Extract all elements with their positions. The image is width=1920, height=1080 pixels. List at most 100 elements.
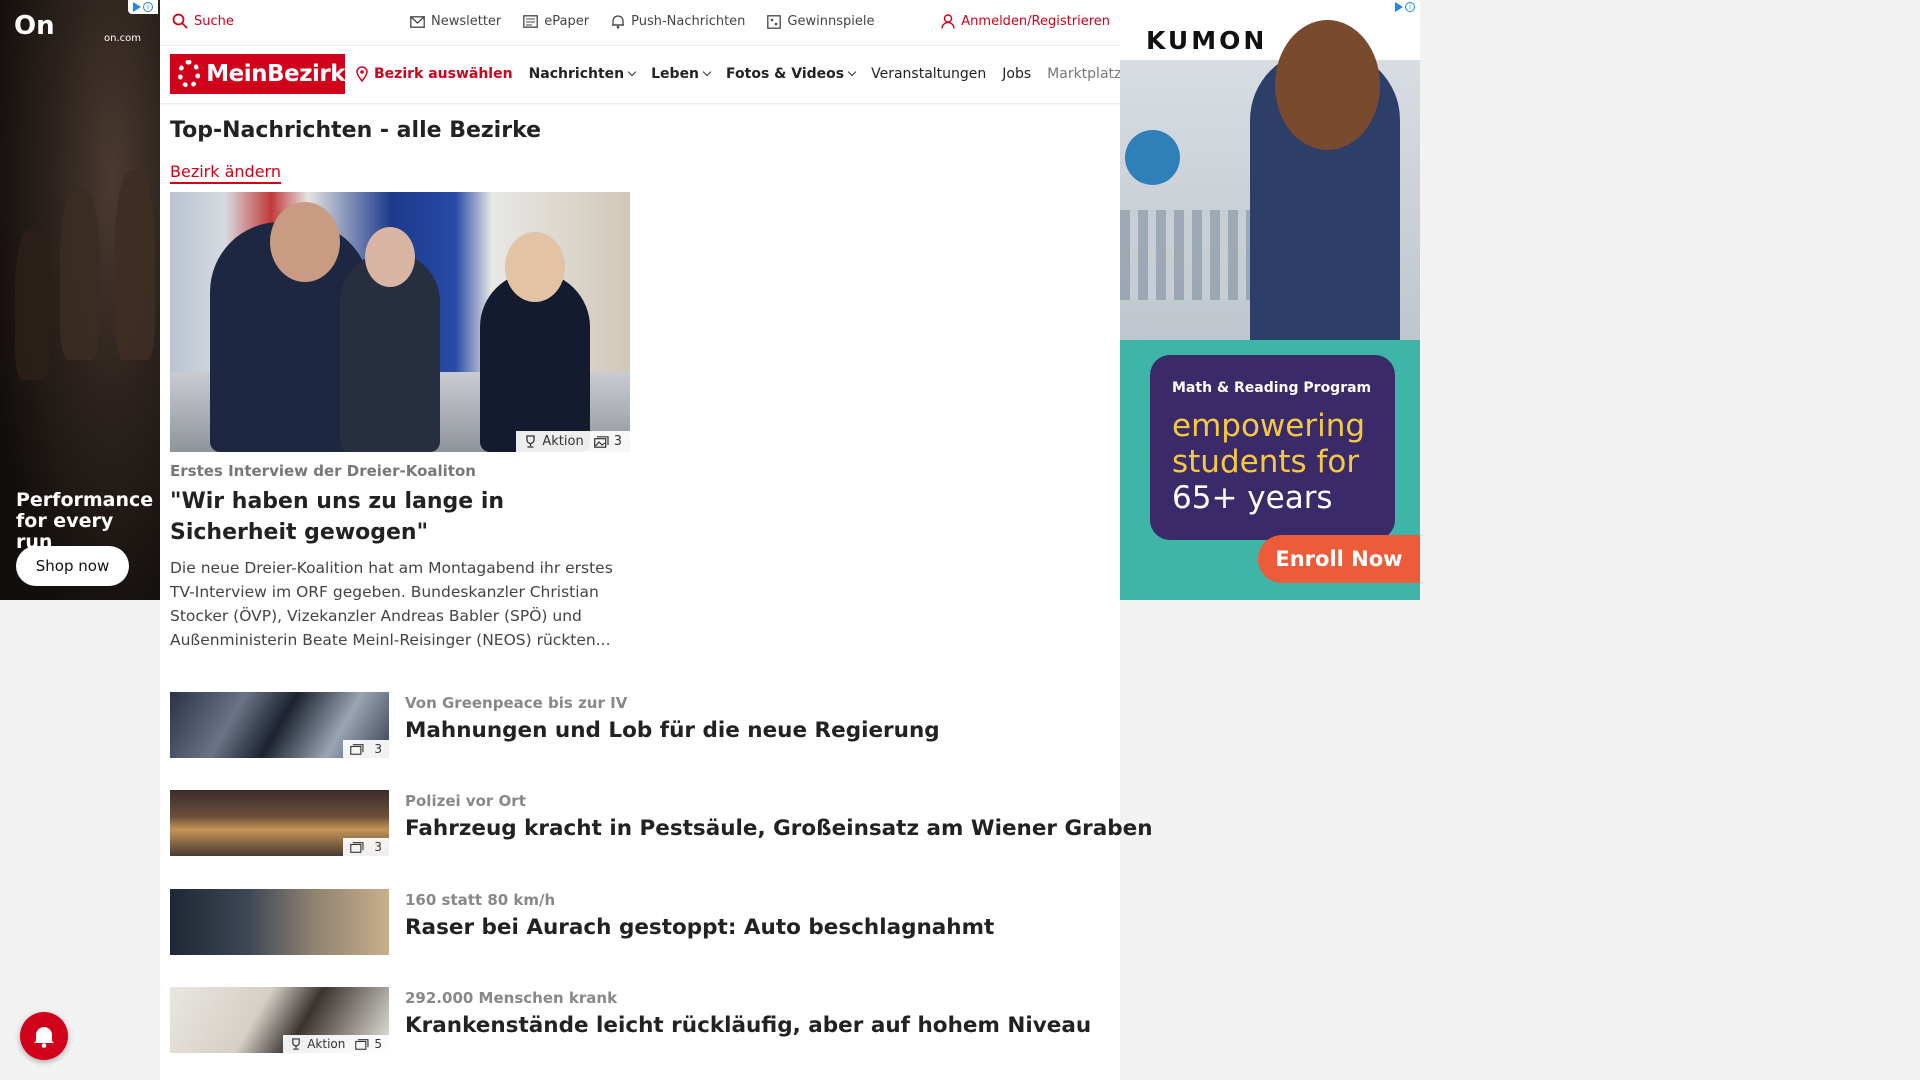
newsletter-link[interactable]: Newsletter: [410, 14, 501, 29]
image-person-head: [365, 227, 415, 287]
brand-flower-icon: [178, 60, 201, 88]
nav-label: Fotos & Videos: [726, 66, 845, 82]
ad-tagline: Performance for every run: [16, 489, 154, 553]
nav-item-jobs[interactable]: Jobs: [1002, 66, 1031, 82]
adchoices-icon[interactable]: i: [1390, 0, 1420, 14]
ad-runner-figure: [115, 170, 155, 360]
newspaper-icon: [523, 15, 539, 28]
enroll-now-button[interactable]: Enroll Now: [1258, 535, 1420, 583]
mail-icon: [410, 15, 425, 28]
trophy-icon: [292, 1038, 301, 1050]
main-column: Suche Newsletter ePaper Push-Nachrichten…: [160, 0, 1153, 1080]
image-person-head: [505, 232, 565, 302]
lead-article-image[interactable]: Aktion 3: [170, 192, 630, 452]
ad-bookshelf: [1120, 210, 1270, 300]
newsletter-label: Newsletter: [431, 14, 502, 29]
article-thumbnail[interactable]: Aktion 5: [170, 987, 389, 1053]
bell-icon: [612, 15, 625, 29]
search-icon: [172, 13, 188, 29]
lead-kicker: Erstes Interview der Dreier-Koaliton: [170, 462, 476, 480]
article-kicker: 160 statt 80 km/h: [405, 891, 556, 909]
push-notification-button[interactable]: [20, 1012, 68, 1060]
ad-runner-figure: [60, 190, 100, 360]
search-link[interactable]: Suche: [172, 13, 234, 29]
search-label: Suche: [194, 13, 234, 29]
article-row[interactable]: 3 Von Greenpeace bis zur IV Mahnungen un…: [170, 692, 1100, 762]
change-district-link[interactable]: Bezirk ändern: [170, 162, 281, 184]
nav-item-veranstaltungen[interactable]: Veranstaltungen: [871, 66, 986, 82]
article-headline[interactable]: Krankenstände leicht rückläufig, aber au…: [405, 1013, 1091, 1038]
nav-item-fotos-videos[interactable]: Fotos & Videos: [726, 66, 857, 82]
ad-globe: [1125, 130, 1180, 185]
chevron-down-icon: [627, 67, 637, 77]
user-icon: [941, 14, 955, 29]
kumon-logo: KUMON: [1146, 26, 1268, 55]
select-district-label: Bezirk auswählen: [374, 66, 513, 82]
article-headline[interactable]: Raser bei Aurach gestoppt: Auto beschlag…: [405, 915, 994, 940]
raffle-icon: [767, 14, 782, 29]
login-label: Anmelden/Registrieren: [961, 14, 1110, 29]
select-district-button[interactable]: Bezirk auswählen: [356, 66, 513, 82]
push-notifications-link[interactable]: Push-Nachrichten: [611, 14, 745, 29]
ad-program: Math & Reading Program: [1172, 380, 1372, 396]
article-kicker: Von Greenpeace bis zur IV: [405, 694, 628, 712]
epaper-link[interactable]: ePaper: [523, 14, 589, 29]
ad-runner-figure: [15, 230, 50, 380]
top-utility-bar: Suche Newsletter ePaper Push-Nachrichten…: [160, 0, 1120, 46]
article-row[interactable]: Aktion 5 292.000 Menschen krank Krankens…: [170, 987, 1100, 1057]
gewinnspiele-link[interactable]: Gewinnspiele: [767, 14, 874, 29]
image-person-head: [270, 202, 340, 282]
nav-item-leben[interactable]: Leben: [651, 66, 712, 82]
lead-article[interactable]: Aktion 3 Erstes Interview der Dreier-Koa…: [170, 192, 630, 652]
push-label: Push-Nachrichten: [631, 14, 746, 29]
article-thumbnail[interactable]: 3: [170, 692, 389, 758]
photo-count: 3: [613, 434, 622, 449]
gallery-icon: [350, 841, 364, 853]
ad-domain: on.com: [104, 33, 141, 44]
main-navigation: MeinBezirk Bezirk auswählen Nachrichten …: [160, 46, 1121, 104]
article-headline[interactable]: Mahnungen und Lob für die neue Regierung: [405, 718, 940, 743]
ad-slogan: empowering students for: [1172, 408, 1366, 480]
photo-count: 5: [374, 1037, 382, 1051]
article-thumbnail[interactable]: 3: [170, 790, 389, 856]
article-row[interactable]: 160 statt 80 km/h Raser bei Aurach gesto…: [170, 889, 1100, 959]
image-badge: Aktion 3: [516, 431, 630, 452]
photo-count-badge: 3: [343, 740, 389, 758]
utility-links: Newsletter ePaper Push-Nachrichten Gewin…: [410, 14, 874, 29]
action-badge: Aktion: [290, 1037, 345, 1051]
ad-right-banner[interactable]: KUMON Math & Reading Program empowering …: [1120, 0, 1420, 600]
article-headline[interactable]: Fahrzeug kracht in Pestsäule, Großeinsat…: [405, 816, 1153, 841]
brand-name: MeinBezirk: [206, 61, 345, 87]
gallery-icon: [355, 1038, 369, 1050]
login-register-link[interactable]: Anmelden/Registrieren: [941, 14, 1110, 29]
nav-items: Bezirk auswählen Nachrichten Leben Fotos…: [356, 66, 1121, 82]
chevron-down-icon: [702, 67, 712, 77]
ad-child-head: [1275, 20, 1380, 150]
trophy-icon: [526, 435, 536, 448]
chevron-down-icon: [847, 67, 857, 77]
nav-item-marktplatz[interactable]: Marktplatz: [1047, 66, 1121, 82]
article-kicker: 292.000 Menschen krank: [405, 989, 618, 1007]
ad-left-banner[interactable]: On on.com Performance for every run Shop…: [0, 0, 160, 600]
nav-item-nachrichten[interactable]: Nachrichten: [528, 66, 637, 82]
shop-now-button[interactable]: Shop now: [16, 546, 129, 586]
action-label: Aktion: [307, 1037, 346, 1051]
page-title: Top-Nachrichten - alle Bezirke: [170, 118, 542, 143]
photo-count: 3: [374, 840, 382, 854]
action-label: Aktion: [542, 434, 584, 449]
gallery-icon: [350, 743, 364, 755]
gallery-icon: [593, 435, 609, 448]
nav-label: Leben: [651, 66, 700, 82]
nav-label: Nachrichten: [528, 66, 625, 82]
article-thumbnail[interactable]: [170, 889, 389, 955]
photo-count-badge: 3: [593, 434, 622, 449]
epaper-label: ePaper: [544, 14, 590, 29]
article-kicker: Polizei vor Ort: [405, 792, 526, 810]
article-row[interactable]: 3 Polizei vor Ort Fahrzeug kracht in Pes…: [170, 790, 1153, 860]
bell-icon: [34, 1027, 54, 1048]
photo-count-badge: 5: [355, 1037, 382, 1051]
adchoices-icon[interactable]: i: [128, 0, 158, 14]
ad-slogan-years: 65+ years: [1172, 480, 1333, 516]
lead-headline[interactable]: "Wir haben uns zu lange in Sicherheit ge…: [170, 486, 630, 548]
meinbezirk-logo[interactable]: MeinBezirk: [170, 54, 345, 94]
